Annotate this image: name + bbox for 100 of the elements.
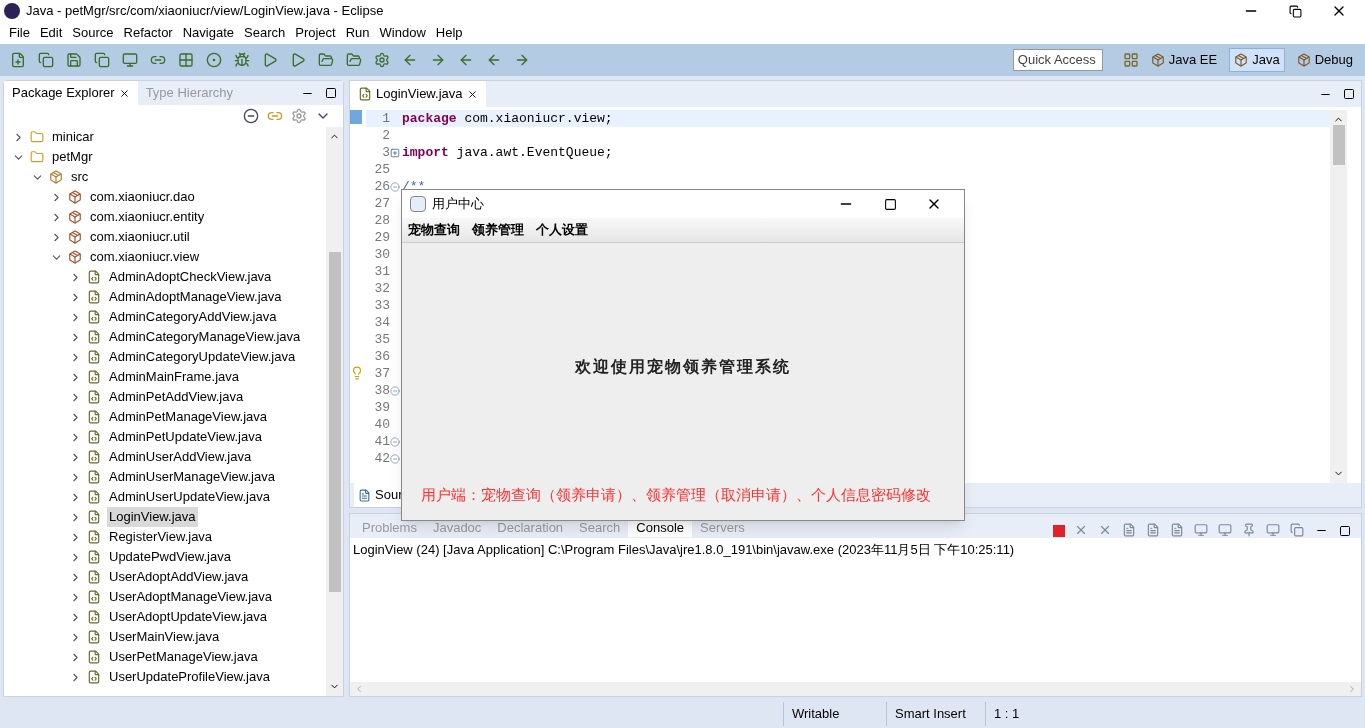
package-icon: [68, 250, 84, 264]
eclipse-logo-icon: [4, 3, 20, 19]
tree-item[interactable]: AdminUserUpdateView.java: [107, 487, 272, 507]
tree-item[interactable]: AdminCategoryManageView.java: [107, 327, 303, 347]
scrollbar-thumb[interactable]: [328, 252, 341, 592]
toolbar-icon[interactable]: [372, 52, 392, 68]
status-text: Writable: [792, 705, 841, 724]
marker-icon: [350, 110, 362, 124]
menu-item[interactable]: Search: [239, 23, 291, 43]
code-line: import java.awt.EventQueue;: [402, 144, 613, 161]
line-number: 40: [373, 416, 390, 433]
tree-item[interactable]: UserMainView.java: [107, 627, 222, 647]
toolbar-icon[interactable]: [36, 52, 56, 68]
tree-item[interactable]: AdminCategoryAddView.java: [107, 307, 279, 327]
line-number: 30: [373, 246, 390, 263]
java-file-icon: [358, 87, 372, 101]
console-text: LoginView (24) [Java Application] C:\Program Files\Java\jre1.8.0_191\bin\javaw.exe (2023年11月5日 下午10:25:11): [352, 541, 1016, 559]
tree-item[interactable]: AdminAdoptManageView.java: [107, 287, 284, 307]
view-tab[interactable]: Package Explorer: [4, 81, 138, 105]
tree-item[interactable]: RegisterView.java: [107, 527, 215, 547]
tree-item[interactable]: UserAdoptUpdateView.java: [107, 607, 270, 627]
menu-item[interactable]: Navigate: [177, 23, 239, 43]
quick-access-field[interactable]: Quick Access: [1012, 49, 1103, 71]
open-perspective-icon[interactable]: [1122, 52, 1139, 68]
collapse-all-icon[interactable]: [243, 108, 259, 124]
tree-item[interactable]: minicar: [50, 127, 96, 147]
status-text: 1 : 1: [994, 705, 1021, 724]
menu-item[interactable]: Edit: [34, 23, 68, 43]
close-icon[interactable]: [466, 88, 478, 100]
project-icon: [30, 150, 46, 164]
tree-item[interactable]: petMgr: [50, 147, 95, 167]
source-icon: [358, 488, 371, 502]
line-number: 1: [381, 110, 390, 127]
tree-item[interactable]: AdminPetUpdateView.java: [107, 427, 264, 447]
line-number: 34: [373, 314, 390, 331]
editor-tab[interactable]: LoginView.java: [350, 81, 486, 107]
tree-item[interactable]: AdminCategoryUpdateView.java: [107, 347, 298, 367]
tree-item[interactable]: AdminPetAddView.java: [107, 387, 246, 407]
toolbar-icon[interactable]: [316, 52, 336, 68]
toolbar-icon[interactable]: [204, 52, 224, 68]
package-icon: [68, 210, 84, 224]
tree-item[interactable]: UserAdoptManageView.java: [107, 587, 275, 607]
tree-item[interactable]: com.xiaoniucr.entity: [88, 207, 207, 227]
menu-item[interactable]: Window: [374, 23, 431, 43]
menu-item[interactable]: Source: [67, 23, 119, 43]
perspective-button[interactable]: Java EE: [1146, 48, 1222, 72]
tree-item[interactable]: AdminPetManageView.java: [107, 407, 270, 427]
menu-item[interactable]: Project: [290, 23, 341, 43]
menu-item[interactable]: Refactor: [118, 23, 178, 43]
close-icon[interactable]: [118, 87, 130, 99]
source-icon: [49, 170, 65, 184]
menu-item[interactable]: 个人设置: [536, 220, 588, 240]
menu-item[interactable]: 领养管理: [472, 220, 524, 240]
tree-item[interactable]: LoginView.java: [107, 507, 198, 527]
line-number: 29: [373, 229, 390, 246]
filter-icon[interactable]: [291, 108, 307, 124]
line-number: 36: [373, 348, 390, 365]
line-number: 33: [373, 297, 390, 314]
toolbar-icon[interactable]: [120, 52, 140, 68]
tree-item[interactable]: src: [69, 167, 91, 187]
tree-item[interactable]: AdminAdoptCheckView.java: [107, 267, 274, 287]
tree-item[interactable]: UserUpdateProfileView.java: [107, 667, 272, 687]
perspective-button[interactable]: Java: [1229, 48, 1285, 72]
code-comment: /**: [402, 178, 426, 195]
menu-item[interactable]: File: [4, 23, 35, 43]
tree-item[interactable]: AdminUserManageView.java: [107, 467, 277, 487]
menu-item[interactable]: Run: [340, 23, 375, 43]
line-number: 41: [373, 433, 390, 450]
line-number: 2: [381, 127, 390, 144]
welcome-text: 欢迎使用宠物领养管理系统: [575, 356, 791, 378]
feature-note: 用户端：宠物查询（领养申请）、领养管理（取消申请）、个人信息密码修改: [421, 484, 931, 505]
perspective-icon: [1234, 53, 1249, 67]
toolbar-icon[interactable]: [64, 52, 84, 68]
tree-item[interactable]: com.xiaoniucr.dao: [88, 187, 197, 207]
perspective-button[interactable]: Debug: [1292, 48, 1357, 72]
warning-icon: [350, 366, 364, 380]
tree-item[interactable]: AdminUserAddView.java: [107, 447, 254, 467]
scrollbar[interactable]: [1330, 110, 1347, 483]
scrollbar[interactable]: [326, 127, 343, 696]
toolbar-icon[interactable]: [344, 52, 364, 68]
tree-item[interactable]: AdminMainFrame.java: [107, 367, 242, 387]
toolbar-icon[interactable]: [176, 52, 196, 68]
perspective-icon: [1150, 53, 1165, 67]
tree-item[interactable]: UserAdoptAddView.java: [107, 567, 251, 587]
tree-item[interactable]: UpdatePwdView.java: [107, 547, 233, 567]
line-number: 32: [373, 280, 390, 297]
line-number: 25: [373, 161, 390, 178]
expand-fold-icon[interactable]: [390, 147, 400, 158]
tree-item[interactable]: com.xiaoniucr.view: [88, 247, 202, 267]
scrollbar-thumb[interactable]: [1332, 125, 1345, 165]
package-icon: [68, 190, 84, 204]
menu-item[interactable]: Help: [430, 23, 468, 43]
menu-item[interactable]: 宠物查询: [408, 220, 460, 240]
dialog-title: 用户中心: [432, 195, 484, 214]
toolbar-icon[interactable]: [92, 52, 112, 68]
line-number: 27: [373, 195, 390, 212]
tree-item[interactable]: com.xiaoniucr.util: [88, 227, 192, 247]
tree-item[interactable]: UserPetManageView.java: [107, 647, 260, 667]
toolbar-icon[interactable]: [232, 52, 252, 68]
line-number: 31: [373, 263, 390, 280]
